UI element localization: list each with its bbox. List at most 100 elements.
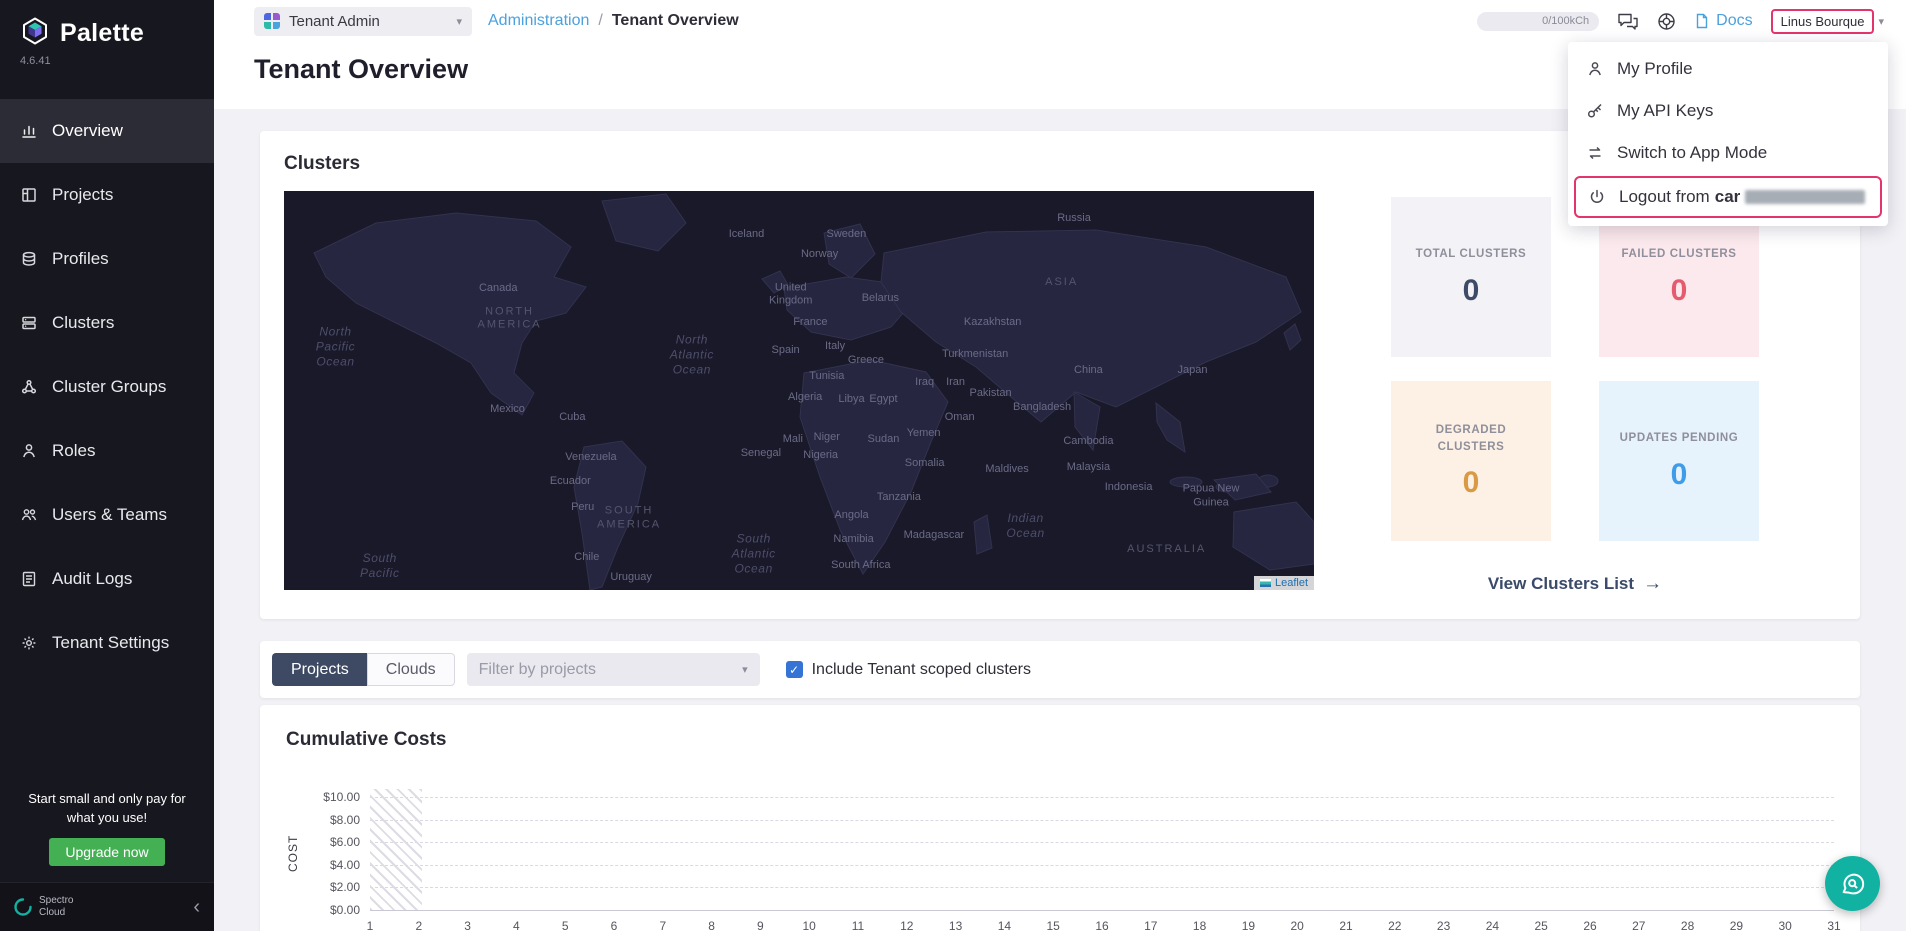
page-body: Clusters	[214, 109, 1906, 931]
scope-tabs: Projects Clouds	[272, 653, 455, 686]
stat-label: UPDATES PENDING	[1620, 430, 1739, 447]
x-tick-label: 4	[513, 919, 520, 931]
usage-pill-label: 0/100kCh	[1542, 15, 1589, 27]
leaflet-flag-icon	[1260, 579, 1271, 587]
profile-icon	[1586, 60, 1604, 78]
tenant-selector[interactable]: Tenant Admin ▾	[254, 7, 472, 36]
sidebar-item-clusters[interactable]: Clusters	[0, 291, 214, 355]
sidebar-item-label: Overview	[52, 121, 123, 141]
project-filter-select[interactable]: Filter by projects ▾	[467, 653, 760, 686]
cumulative-costs-card: Cumulative Costs COST $10.00$8.00$6.00$4…	[260, 705, 1860, 931]
spectro-cloud-logo: Spectro Cloud	[14, 895, 87, 919]
logout-prefix: Logout from	[1619, 187, 1710, 207]
x-tick-label: 30	[1779, 919, 1792, 931]
stat-label: FAILED CLUSTERS	[1621, 246, 1736, 263]
breadcrumb-administration[interactable]: Administration	[488, 12, 589, 30]
logout-menu-item[interactable]: Logout from car	[1574, 176, 1882, 218]
app-version: 4.6.41	[0, 51, 214, 77]
cluster-groups-icon	[20, 378, 38, 396]
x-tick-label: 10	[803, 919, 816, 931]
view-clusters-label: View Clusters List	[1488, 574, 1634, 594]
world-map-svg	[284, 191, 1314, 590]
y-tick-label: $0.00	[330, 903, 360, 917]
support-icon[interactable]	[1657, 12, 1676, 31]
docs-link[interactable]: Docs	[1694, 12, 1752, 30]
x-tick-label: 24	[1486, 919, 1499, 931]
switch-mode-icon	[1586, 144, 1604, 162]
tenant-logo-icon	[264, 13, 280, 29]
sidebar: Palette 4.6.41 Overview Projects Profile…	[0, 0, 214, 931]
clusters-icon	[20, 314, 38, 332]
document-icon	[1694, 13, 1710, 29]
tab-clouds[interactable]: Clouds	[367, 653, 455, 686]
stat-label: TOTAL CLUSTERS	[1416, 246, 1527, 263]
x-tick-label: 15	[1047, 919, 1060, 931]
user-menu-button[interactable]: Linus Bourque	[1771, 9, 1875, 34]
sidebar-item-overview[interactable]: Overview	[0, 99, 214, 163]
tab-projects[interactable]: Projects	[272, 653, 367, 686]
collapse-sidebar-button[interactable]: ‹	[193, 897, 200, 917]
chat-icon[interactable]	[1617, 12, 1639, 31]
sidebar-item-tenant-settings[interactable]: Tenant Settings	[0, 611, 214, 675]
tenant-selector-label: Tenant Admin	[289, 13, 380, 30]
upsell-panel: Start small and only pay for what you us…	[0, 790, 214, 882]
chart-y-axis-label: COST	[286, 797, 300, 910]
docs-label: Docs	[1716, 12, 1752, 30]
sidebar-item-users-teams[interactable]: Users & Teams	[0, 483, 214, 547]
x-tick-label: 20	[1291, 919, 1304, 931]
chart-no-data-hatch	[370, 789, 422, 910]
sidebar-item-projects[interactable]: Projects	[0, 163, 214, 227]
sidebar-item-label: Users & Teams	[52, 505, 167, 525]
chart-gridline	[370, 865, 1834, 866]
user-menu-area: Linus Bourque ▾	[1771, 9, 1884, 34]
menu-item-label: Switch to App Mode	[1617, 143, 1767, 163]
projects-icon	[20, 186, 38, 204]
x-tick-label: 18	[1193, 919, 1206, 931]
world-map[interactable]: North Pacific OceanNorth Atlantic OceanS…	[284, 191, 1314, 590]
upsell-message: Start small and only pay for what you us…	[14, 790, 200, 828]
x-tick-label: 16	[1095, 919, 1108, 931]
palette-logo-icon	[20, 16, 50, 51]
stat-card: TOTAL CLUSTERS 0	[1391, 197, 1551, 357]
x-tick-label: 31	[1827, 919, 1840, 931]
checkbox-label: Include Tenant scoped clusters	[812, 661, 1031, 679]
chart-y-axis: $10.00$8.00$6.00$4.00$2.00$0.00	[302, 797, 360, 910]
sidebar-item-cluster-groups[interactable]: Cluster Groups	[0, 355, 214, 419]
upgrade-button[interactable]: Upgrade now	[49, 838, 164, 866]
sidebar-item-label: Roles	[52, 441, 95, 461]
topbar: Tenant Admin ▾ Administration / Tenant O…	[214, 0, 1906, 42]
tenant-scoped-checkbox[interactable]: ✓ Include Tenant scoped clusters	[786, 661, 1031, 679]
tenant-settings-icon	[20, 634, 38, 652]
footer-brand-name: Spectro Cloud	[39, 895, 87, 919]
x-tick-label: 23	[1437, 919, 1450, 931]
sidebar-item-label: Projects	[52, 185, 113, 205]
chart-gridline	[370, 797, 1834, 798]
sidebar-item-label: Clusters	[52, 313, 114, 333]
view-clusters-link[interactable]: View Clusters List →	[1488, 573, 1662, 595]
sidebar-item-audit-logs[interactable]: Audit Logs	[0, 547, 214, 611]
cumulative-costs-chart: COST $10.00$8.00$6.00$4.00$2.00$0.00 123…	[286, 797, 1834, 910]
y-tick-label: $6.00	[330, 835, 360, 849]
breadcrumb-separator: /	[598, 12, 602, 30]
sidebar-item-profiles[interactable]: Profiles	[0, 227, 214, 291]
power-icon	[1588, 188, 1606, 206]
sidebar-item-roles[interactable]: Roles	[0, 419, 214, 483]
chevron-down-icon: ▾	[742, 663, 748, 676]
x-tick-label: 11	[852, 919, 864, 931]
x-tick-label: 19	[1242, 919, 1255, 931]
menu-item-my-profile[interactable]: My Profile	[1568, 48, 1888, 90]
usage-pill: 0/100kCh	[1477, 12, 1599, 31]
x-tick-label: 27	[1632, 919, 1645, 931]
menu-item-switch-app-mode[interactable]: Switch to App Mode	[1568, 132, 1888, 174]
logout-label: Logout from car	[1619, 187, 1865, 207]
chart-gridline	[370, 820, 1834, 821]
sidebar-item-label: Audit Logs	[52, 569, 132, 589]
y-tick-label: $8.00	[330, 813, 360, 827]
support-chat-button[interactable]	[1825, 856, 1880, 911]
stat-value: 0	[1671, 458, 1688, 492]
chart-plot: 1234567891011121314151617181920212223242…	[370, 797, 1834, 910]
leaflet-attribution[interactable]: Leaflet	[1254, 576, 1314, 590]
brand: Palette	[0, 0, 214, 51]
stat-value: 0	[1671, 274, 1688, 308]
menu-item-my-api-keys[interactable]: My API Keys	[1568, 90, 1888, 132]
